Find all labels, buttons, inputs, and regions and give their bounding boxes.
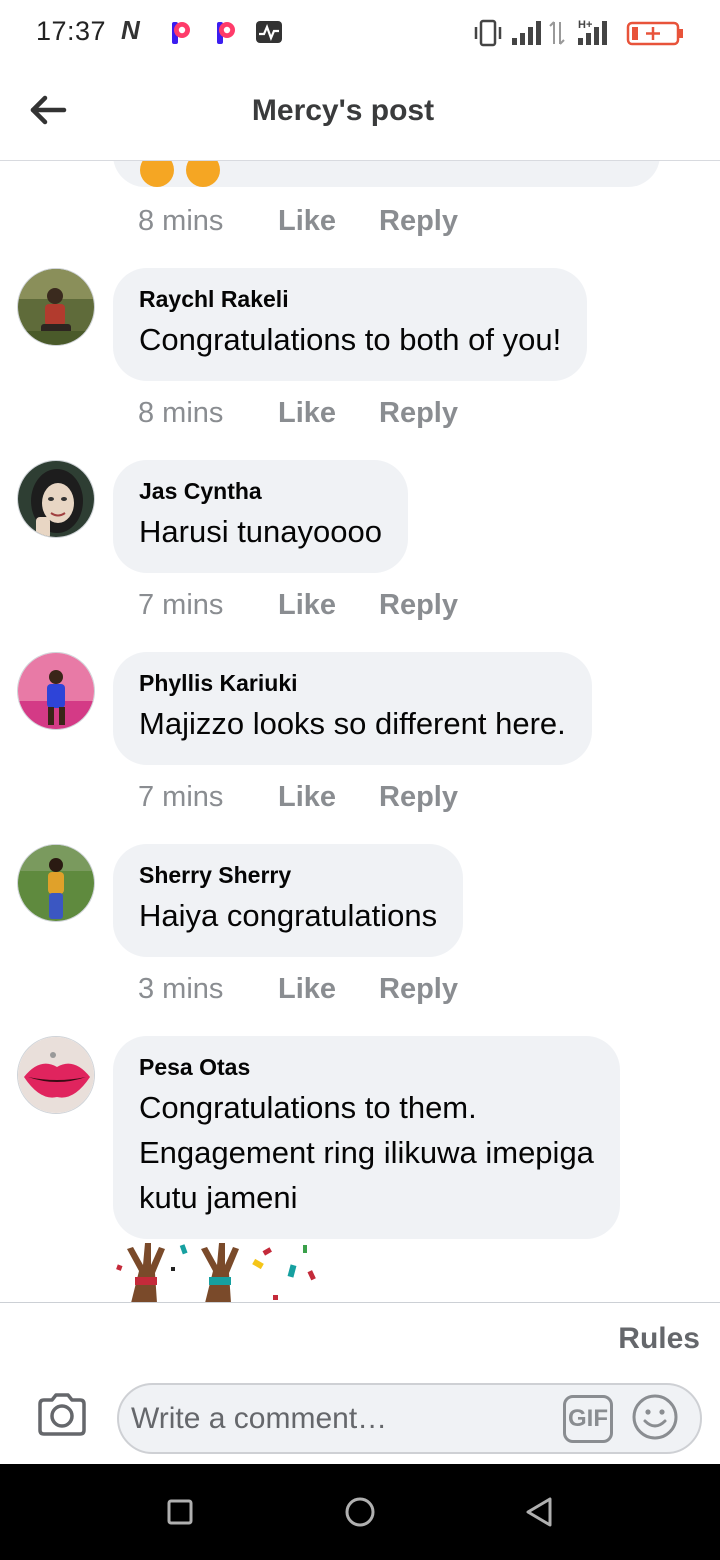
comment-actions: 8 mins Like Reply [138, 201, 458, 241]
reply-button[interactable]: Reply [379, 973, 458, 1006]
emoji-button[interactable] [631, 1393, 679, 1441]
vibrate-icon [474, 19, 502, 47]
like-button[interactable]: Like [278, 397, 379, 430]
reply-button[interactable]: Reply [379, 205, 458, 238]
gif-button[interactable]: GIF [563, 1395, 613, 1443]
composer-divider [0, 1302, 720, 1303]
comment-time: 8 mins [138, 396, 224, 429]
status-time: 17:37 [36, 16, 107, 46]
back-triangle-icon [526, 1497, 552, 1527]
battery-low-icon [626, 21, 683, 46]
camera-icon [38, 1393, 86, 1436]
reply-button[interactable]: Reply [379, 397, 458, 430]
home-button[interactable] [340, 1492, 380, 1532]
comment-author[interactable]: Sherry Sherry [139, 861, 437, 889]
camera-button[interactable] [36, 1392, 88, 1438]
emoji-icon [186, 161, 220, 187]
comment-author[interactable]: Pesa Otas [139, 1053, 594, 1081]
smiley-icon [632, 1394, 678, 1440]
like-button[interactable]: Like [278, 589, 379, 622]
activity-icon [256, 21, 282, 43]
comment-time: 8 mins [138, 204, 224, 237]
comment-text: Congratulations to both of you! [139, 322, 562, 357]
p-app-icon-2 [217, 22, 235, 44]
comment-text: Majizzo looks so different here. [139, 706, 566, 741]
network-type-label: H+ [578, 19, 592, 31]
avatar[interactable] [17, 1036, 95, 1114]
comment-author[interactable]: Raychl Rakeli [139, 285, 561, 313]
comment-bubble: Jas Cyntha Harusi tunayoooo [113, 460, 408, 573]
comment-text-line: kutu jameni [139, 1180, 298, 1215]
comment-actions: 8 mins Like Reply [138, 393, 458, 433]
back-nav-button[interactable] [520, 1492, 560, 1532]
n-notification-icon: N [121, 15, 140, 45]
comment-time: 7 mins [138, 780, 224, 813]
comment-bubble: Phyllis Kariuki Majizzo looks so differe… [113, 652, 592, 765]
comment-composer: GIF [117, 1383, 702, 1454]
reply-button[interactable]: Reply [379, 781, 458, 814]
avatar[interactable] [17, 652, 95, 730]
comment-text: Harusi tunayoooo [139, 514, 382, 549]
system-nav-bar [0, 1464, 720, 1560]
post-header: Mercy's post [0, 66, 720, 161]
recents-square-icon [167, 1499, 193, 1525]
rules-link[interactable]: Rules [618, 1322, 700, 1356]
comment-bubble: Sherry Sherry Haiya congratulations [113, 844, 464, 957]
page-title: Mercy's post [251, 94, 435, 127]
data-transfer-icon [549, 21, 565, 45]
comment-text-line: Congratulations to them. [139, 1090, 477, 1125]
comment-text: Haiya congratulations [139, 898, 438, 933]
like-button[interactable]: Like [278, 205, 379, 238]
celebration-sticker[interactable] [113, 1241, 333, 1302]
previous-comment-bubble [113, 161, 660, 187]
comment-author[interactable]: Jas Cyntha [139, 477, 382, 505]
status-bar: 17:37 N H+ [0, 0, 720, 66]
comment-actions: 3 mins Like Reply [138, 969, 458, 1009]
emoji-icon [140, 161, 174, 187]
signal-icon [512, 21, 541, 45]
reply-button[interactable]: Reply [379, 589, 458, 622]
avatar[interactable] [17, 268, 95, 346]
recents-button[interactable] [160, 1492, 200, 1532]
avatar[interactable] [17, 844, 95, 922]
comment-time: 3 mins [138, 972, 224, 1005]
raised-hand-icon [201, 1243, 239, 1302]
comment-time: 7 mins [138, 588, 224, 621]
home-circle-icon [345, 1497, 375, 1527]
comment-bubble: Pesa Otas Congratulations to them. Engag… [113, 1036, 620, 1239]
comments-feed[interactable]: 8 mins Like Reply Raychl Rakeli Congratu… [0, 161, 720, 1302]
comment-actions: 7 mins Like Reply [138, 585, 458, 625]
comment-input[interactable] [131, 1395, 551, 1443]
p-app-icon [172, 22, 190, 44]
comment-author[interactable]: Phyllis Kariuki [139, 669, 566, 697]
raised-hand-icon [127, 1243, 165, 1302]
comment-text-line: Engagement ring ilikuwa imepiga [139, 1135, 594, 1170]
status-right-icons: H+ [474, 19, 683, 47]
like-button[interactable]: Like [278, 973, 379, 1006]
avatar[interactable] [17, 460, 95, 538]
like-button[interactable]: Like [278, 781, 379, 814]
comment-actions: 7 mins Like Reply [138, 777, 458, 817]
comment-bubble: Raychl Rakeli Congratulations to both of… [113, 268, 588, 381]
